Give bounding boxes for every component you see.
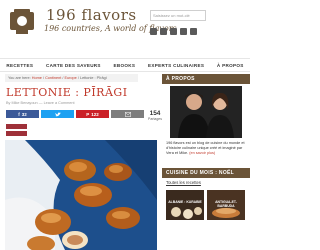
facebook-icon: f — [18, 111, 20, 117]
all-recipes-link[interactable]: Toutes les recettes — [166, 180, 201, 185]
share-count: 32 — [21, 111, 27, 117]
recipe-thumb-image — [166, 190, 204, 220]
email-icon — [124, 111, 131, 117]
recipe-thumb[interactable]: ALBANIE : KURABIE — [166, 190, 204, 220]
facebook-icon[interactable] — [150, 28, 157, 35]
youtube-icon[interactable] — [190, 28, 197, 35]
share-total-count: 154 — [149, 110, 161, 117]
nav-item-ebooks[interactable]: EBOOKS — [114, 63, 136, 68]
breadcrumb-region[interactable]: Europe — [65, 76, 77, 80]
twitter-icon[interactable] — [180, 28, 187, 35]
search-input[interactable]: Saisissez un mot-clé — [150, 10, 206, 21]
twitter-icon — [54, 112, 61, 116]
breadcrumb-separator: / — [62, 76, 64, 80]
pinterest-share-button[interactable]: P 122 — [76, 110, 109, 118]
recipe-photo — [5, 140, 157, 250]
latvia-flag-icon — [6, 124, 27, 136]
main-nav: RECETTES CARTE DES SAVEURS EBOOKS EXPERT… — [0, 58, 250, 72]
sidebar-about-heading: À PROPOS — [162, 74, 250, 84]
breadcrumb-separator: / — [77, 76, 79, 80]
about-text: 196 flavors est un blog de cuisine du mo… — [166, 141, 248, 156]
share-total: 154 Partages — [148, 110, 162, 121]
breadcrumb-prefix: You are here: — [8, 76, 31, 80]
about-read-more-link[interactable]: (en savoir plus) — [189, 151, 215, 155]
twitter-share-button[interactable] — [41, 110, 74, 118]
nav-item-recettes[interactable]: RECETTES — [6, 63, 33, 68]
recipe-thumb-label: ANTIGUA-ET-BARBUDA — [215, 200, 237, 208]
breadcrumb-current: Lettonie : Pīrāgi — [79, 76, 107, 80]
logo-icon[interactable] — [6, 6, 38, 38]
page-title: LETTONIE : PĪRĀGI — [6, 86, 128, 99]
recipe-thumb[interactable]: ANTIGUA-ET-BARBUDA — [207, 190, 245, 220]
email-share-button[interactable] — [111, 110, 144, 118]
social-links — [150, 28, 197, 35]
share-buttons: f 32 P 122 — [6, 110, 144, 118]
authors-photo — [170, 86, 242, 138]
pinterest-icon: P — [86, 111, 90, 117]
share-count: 122 — [91, 111, 99, 117]
breadcrumb-continent[interactable]: Continent — [45, 76, 61, 80]
facebook-share-button[interactable]: f 32 — [6, 110, 39, 118]
sidebar-recipes-heading: CUISINE DU MOIS : NOËL — [162, 168, 250, 178]
instagram-icon[interactable] — [160, 28, 167, 35]
post-byline[interactable]: By Mike Benayoun — Leave a Comment — [6, 101, 75, 105]
pinterest-icon[interactable] — [170, 28, 177, 35]
breadcrumb: You are here: Home / Continent / Europe … — [5, 74, 138, 82]
share-total-label: Partages — [148, 117, 163, 121]
nav-item-experts[interactable]: EXPERTS CULINAIRES — [148, 63, 204, 68]
site-name[interactable]: 196 flavors — [46, 6, 137, 24]
nav-item-carte[interactable]: CARTE DES SAVEURS — [46, 63, 101, 68]
site-header: 196 flavors 196 countries, A world of fl… — [0, 0, 250, 57]
nav-item-a-propos[interactable]: À PROPOS — [217, 63, 244, 68]
recipe-thumb-label: ALBANIE : KURABIE — [168, 200, 202, 204]
breadcrumb-separator: / — [42, 76, 44, 80]
breadcrumb-home[interactable]: Home — [32, 76, 42, 80]
